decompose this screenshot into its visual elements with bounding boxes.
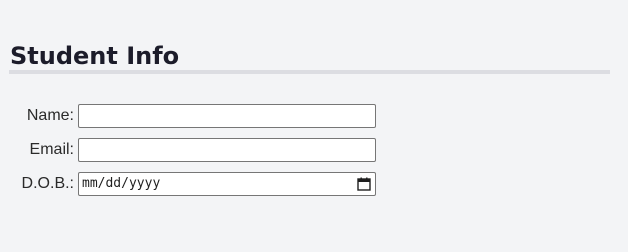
email-input[interactable] (79, 139, 375, 161)
name-row: Name: (0, 104, 628, 128)
dob-field[interactable]: mm/dd/yyyy (78, 172, 376, 196)
name-input[interactable] (79, 105, 375, 127)
dob-row: D.O.B.: mm/dd/yyyy (0, 172, 628, 196)
dob-label: D.O.B.: (21, 175, 74, 192)
calendar-icon[interactable] (357, 177, 371, 191)
name-field[interactable] (78, 104, 376, 128)
dob-date-placeholder[interactable]: mm/dd/yyyy (82, 173, 160, 195)
email-label: Email: (29, 141, 74, 158)
page-title: Student Info (10, 42, 180, 70)
email-field[interactable] (78, 138, 376, 162)
email-row: Email: (0, 138, 628, 162)
name-label: Name: (26, 107, 74, 124)
title-divider (9, 70, 610, 74)
